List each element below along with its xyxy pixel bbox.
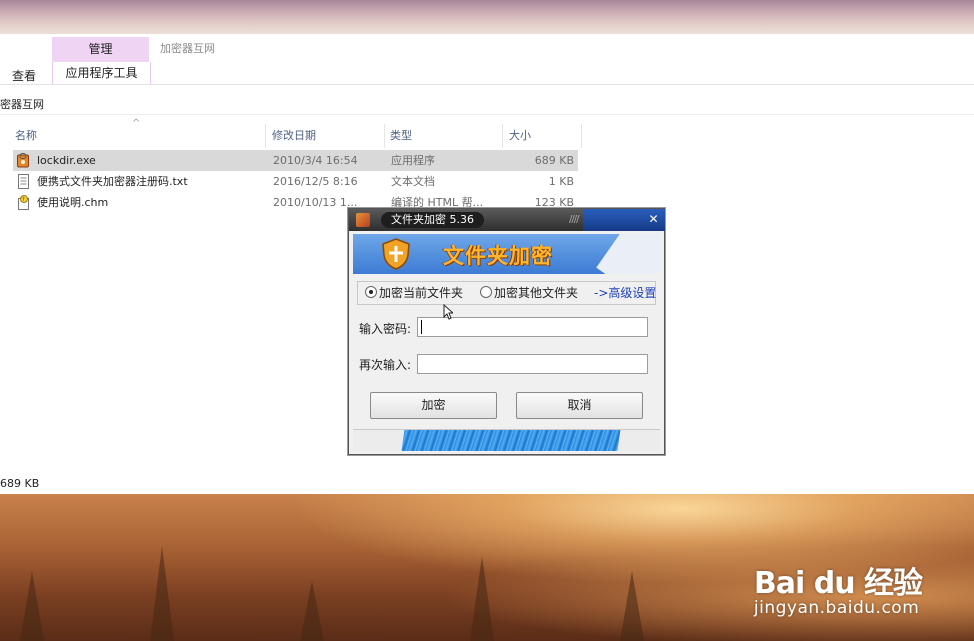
redaction-scribble: [401, 430, 621, 451]
tree-silhouette: [620, 571, 644, 641]
dialog-title: 文件夹加密 5.36: [381, 212, 484, 228]
file-name: 便携式文件夹加密器注册码.txt: [37, 175, 188, 188]
dialog-titlebar[interactable]: 文件夹加密 5.36 //// ✕: [349, 209, 665, 231]
column-header-date[interactable]: 修改日期: [272, 125, 316, 147]
file-row[interactable]: 便携式文件夹加密器注册码.txt 2016/12/5 8:16 文本文档 1 K…: [13, 171, 578, 192]
tab-manage[interactable]: 管理: [52, 37, 149, 62]
file-date: 2016/12/5 8:16: [273, 175, 358, 188]
file-size: 689 KB: [534, 154, 574, 167]
baidu-jingyan-watermark: Bai du 经验 jingyan.baidu.com: [753, 558, 923, 618]
tree-silhouette: [150, 546, 174, 641]
file-name: lockdir.exe: [37, 154, 96, 167]
password-input[interactable]: [417, 317, 648, 337]
column-header-type[interactable]: 类型: [390, 125, 412, 147]
encrypt-button[interactable]: 加密: [370, 392, 497, 419]
radio-current-folder-label[interactable]: 加密当前文件夹: [379, 284, 463, 301]
column-divider[interactable]: [581, 124, 582, 148]
file-row[interactable]: lockdir.exe 2010/3/4 16:54 应用程序 689 KB: [13, 150, 578, 171]
radio-other-folder-label[interactable]: 加密其他文件夹: [494, 284, 578, 301]
text-file-icon: [18, 174, 29, 189]
file-type: 文本文档: [391, 175, 435, 188]
column-divider[interactable]: [384, 124, 385, 148]
column-header-size[interactable]: 大小: [509, 125, 531, 147]
grip-icon: ////: [569, 214, 580, 225]
banner-decoration: [596, 234, 660, 274]
watermark-logo: Bai du 经验: [753, 566, 923, 601]
exe-app-icon: [17, 153, 29, 168]
file-date: 2010/10/13 1...: [273, 196, 358, 209]
tab-application-tools[interactable]: 应用程序工具: [52, 62, 151, 84]
banner-title: 文件夹加密: [443, 244, 553, 268]
folder-encrypt-dialog: 文件夹加密 5.36 //// ✕ 文件夹加密 加密当前文件夹 加密其他文件夹 …: [348, 208, 665, 455]
close-icon[interactable]: ✕: [646, 212, 661, 227]
watermark-url: jingyan.baidu.com: [753, 598, 920, 618]
column-divider[interactable]: [502, 124, 503, 148]
column-header-name[interactable]: 名称: [15, 125, 37, 147]
radio-current-folder[interactable]: [365, 286, 377, 298]
file-date: 2010/3/4 16:54: [273, 154, 358, 167]
confirm-password-label: 再次输入:: [359, 358, 412, 372]
dialog-banner: 文件夹加密: [353, 234, 660, 274]
svg-text:?: ?: [22, 197, 25, 203]
address-path: 密器互网: [0, 98, 44, 111]
dialog-status-bar: [353, 429, 660, 451]
confirm-password-input[interactable]: [417, 354, 648, 374]
shield-icon: [382, 238, 410, 270]
status-bar-size: 689 KB: [0, 477, 40, 490]
file-name: 使用说明.chm: [37, 196, 109, 209]
cancel-button[interactable]: 取消: [516, 392, 643, 419]
password-label: 输入密码:: [359, 322, 412, 336]
window-title: 加密器互网: [160, 42, 215, 55]
tree-silhouette: [470, 556, 494, 641]
encrypt-target-options: 加密当前文件夹 加密其他文件夹 ->高级设置: [357, 281, 656, 305]
help-file-icon: ?: [18, 195, 29, 210]
radio-other-folder[interactable]: [480, 286, 492, 298]
file-size: 1 KB: [548, 175, 574, 188]
advanced-settings-link[interactable]: ->高级设置: [594, 284, 656, 301]
app-lock-icon: [356, 213, 370, 227]
address-bar[interactable]: 密器互网: [0, 96, 974, 115]
tree-silhouette: [20, 571, 44, 641]
file-type: 应用程序: [391, 154, 435, 167]
column-divider[interactable]: [265, 124, 266, 148]
ribbon: 管理 应用程序工具 加密器互网 查看: [0, 34, 974, 85]
sort-ascending-icon: ^: [132, 118, 141, 129]
mouse-cursor-icon: [443, 304, 453, 320]
tree-silhouette: [300, 581, 324, 641]
text-caret: [421, 320, 422, 334]
tab-view[interactable]: 查看: [12, 67, 36, 84]
